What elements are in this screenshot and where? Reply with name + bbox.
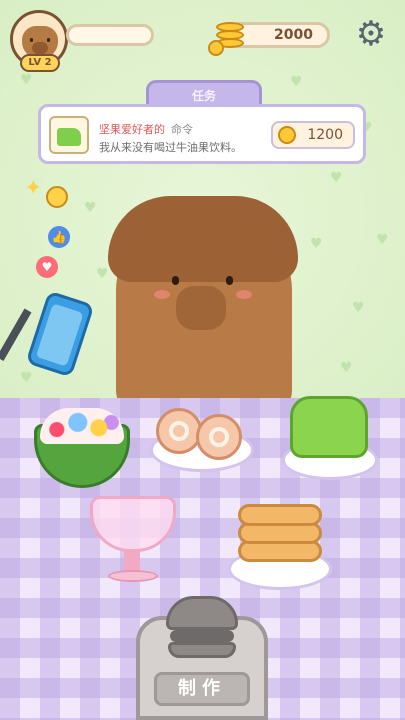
- selfie-stick: [0, 308, 32, 361]
- make-button-label[interactable]: 制作: [154, 672, 250, 706]
- customer-name: 坚果爱好者的: [99, 123, 165, 136]
- order-request: 我从来没有喝过牛油果饮料。: [99, 141, 242, 154]
- selfie-phone-icon[interactable]: [25, 290, 95, 378]
- parfait-stem: [124, 550, 140, 572]
- experience-bar: [66, 24, 154, 46]
- sparkle-icon: ✦: [24, 176, 43, 201]
- coin-stack-icon: [208, 18, 248, 56]
- cool-emoji-icon[interactable]: [46, 186, 68, 208]
- coin-icon: [278, 126, 296, 144]
- green-jelly-cake[interactable]: [290, 396, 368, 458]
- level-badge: LV 2: [20, 54, 60, 72]
- drink-thumbnail-icon: [49, 116, 89, 154]
- heart-icon[interactable]: ♥: [36, 256, 58, 278]
- gear-icon[interactable]: ⚙: [352, 16, 390, 54]
- burger-icon: [166, 596, 238, 660]
- order-word: 命令: [171, 123, 193, 136]
- strawberry-swiss-roll-2[interactable]: [196, 414, 242, 460]
- order-card: 坚果爱好者的 命令 我从来没有喝过牛油果饮料。 1200: [38, 104, 366, 164]
- watermelon-fruit-bowl[interactable]: [34, 404, 130, 488]
- pancake-layer-top: [238, 504, 322, 526]
- strawberry-swiss-roll[interactable]: [156, 408, 202, 454]
- parfait-base: [108, 570, 158, 582]
- game-scene: ♥ ♥ ♥ ♥ ♥ ♥ ♥ ♥ ♥ ♥ ♥ ♥ LV 2 2000 ⚙ 任务 坚…: [0, 0, 405, 720]
- capybara-face: [146, 256, 258, 346]
- order-title: 坚果爱好者的 命令: [99, 121, 193, 137]
- like-icon[interactable]: 👍: [48, 226, 70, 248]
